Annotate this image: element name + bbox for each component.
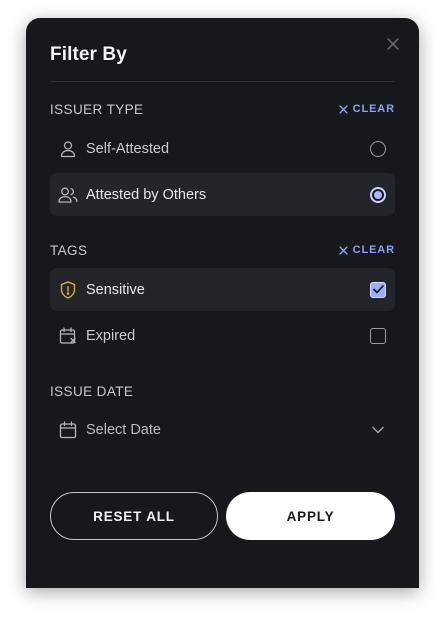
apply-button[interactable]: APPLY — [226, 492, 395, 540]
clear-label: CLEAR — [352, 244, 395, 256]
clear-label: CLEAR — [352, 103, 395, 115]
issuer-option-label: Self-Attested — [86, 140, 170, 157]
calendar-icon — [58, 420, 78, 440]
self-attested-radio[interactable] — [370, 140, 386, 157]
close-button[interactable] — [381, 32, 405, 56]
tag-option-expired[interactable]: Expired — [50, 314, 395, 357]
shield-alert-icon — [58, 280, 78, 300]
close-icon — [338, 104, 348, 114]
tags-header: TAGS CLEAR — [50, 241, 395, 259]
issue-date-select[interactable]: Select Date — [50, 410, 395, 450]
filter-panel: Filter By ISSUER TYPE CLEAR Self-Atteste… — [26, 18, 419, 588]
tags-clear-button[interactable]: CLEAR — [338, 244, 395, 256]
close-icon — [387, 38, 399, 50]
tag-option-label: Sensitive — [86, 281, 145, 298]
attested-by-others-radio[interactable] — [370, 186, 386, 203]
calendar-x-icon — [58, 326, 78, 346]
issuer-option-attested-by-others[interactable]: Attested by Others — [50, 173, 395, 216]
issue-date-title: ISSUE DATE — [50, 383, 134, 399]
expired-checkbox[interactable] — [370, 327, 386, 344]
users-icon — [58, 185, 78, 205]
panel-title: Filter By — [50, 44, 127, 65]
chevron-down-icon — [368, 420, 388, 440]
close-icon — [338, 245, 348, 255]
tag-option-sensitive[interactable]: Sensitive — [50, 268, 395, 311]
tag-option-label: Expired — [86, 327, 136, 344]
issue-date-placeholder: Select Date — [86, 422, 161, 438]
issuer-option-label: Attested by Others — [86, 186, 207, 203]
checkmark-icon — [372, 285, 384, 294]
title-divider — [50, 81, 395, 82]
tags-title: TAGS — [50, 242, 88, 258]
sensitive-checkbox[interactable] — [370, 281, 386, 298]
issuer-type-clear-button[interactable]: CLEAR — [338, 103, 395, 115]
issue-date-header: ISSUE DATE — [50, 382, 395, 400]
issuer-type-header: ISSUER TYPE CLEAR — [50, 100, 395, 118]
issuer-option-self-attested[interactable]: Self-Attested — [50, 127, 395, 170]
user-icon — [58, 139, 78, 159]
issuer-type-title: ISSUER TYPE — [50, 101, 144, 117]
reset-all-button[interactable]: RESET ALL — [50, 492, 218, 540]
